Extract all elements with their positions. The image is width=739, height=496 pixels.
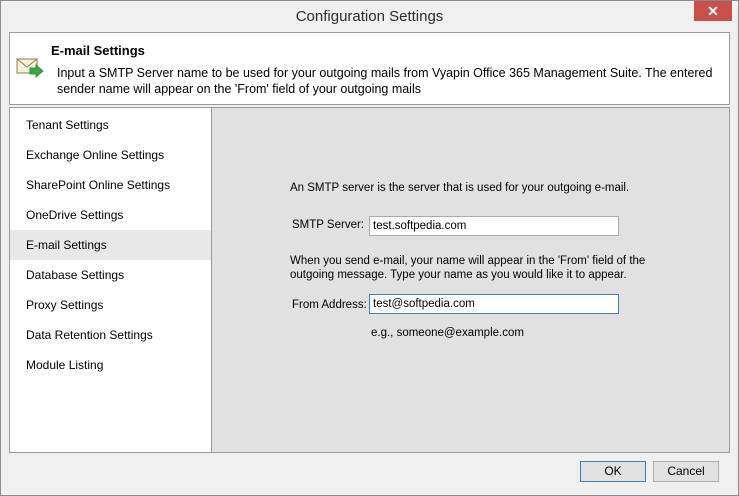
sidebar-item-exchange-online-settings[interactable]: Exchange Online Settings	[10, 140, 211, 170]
title-bar[interactable]: Configuration Settings ✕	[1, 1, 738, 32]
email-settings-panel: An SMTP server is the server that is use…	[212, 107, 730, 453]
from-address-label: From Address:	[292, 299, 367, 311]
example-address-text: e.g., someone@example.com	[371, 327, 524, 339]
header-description: Input a SMTP Server name to be used for …	[57, 66, 713, 96]
sidebar-item-module-listing[interactable]: Module Listing	[10, 350, 211, 380]
close-button[interactable]: ✕	[694, 1, 732, 21]
settings-sidebar: Tenant Settings Exchange Online Settings…	[9, 107, 212, 453]
header-title: E-mail Settings	[51, 43, 145, 58]
sidebar-item-onedrive-settings[interactable]: OneDrive Settings	[10, 200, 211, 230]
header-panel: E-mail Settings Input a SMTP Server name…	[9, 32, 730, 105]
ok-button[interactable]: OK	[580, 461, 646, 482]
smtp-server-input[interactable]: test.softpedia.com	[369, 216, 619, 236]
cancel-button[interactable]: Cancel	[653, 461, 719, 482]
sidebar-item-database-settings[interactable]: Database Settings	[10, 260, 211, 290]
sidebar-item-data-retention-settings[interactable]: Data Retention Settings	[10, 320, 211, 350]
sidebar-item-sharepoint-online-settings[interactable]: SharePoint Online Settings	[10, 170, 211, 200]
window-title: Configuration Settings	[295, 8, 444, 25]
email-settings-icon	[16, 58, 44, 78]
sidebar-item-proxy-settings[interactable]: Proxy Settings	[10, 290, 211, 320]
sidebar-item-email-settings[interactable]: E-mail Settings	[10, 230, 211, 260]
smtp-intro-text: An SMTP server is the server that is use…	[290, 182, 630, 194]
from-name-note: When you send e-mail, your name will app…	[290, 255, 646, 281]
from-address-input[interactable]: test@softpedia.com	[369, 294, 619, 314]
configuration-settings-window: Configuration Settings ✕ E-mail Settings…	[0, 0, 739, 496]
smtp-server-label: SMTP Server:	[292, 219, 364, 231]
sidebar-item-tenant-settings[interactable]: Tenant Settings	[10, 110, 211, 140]
